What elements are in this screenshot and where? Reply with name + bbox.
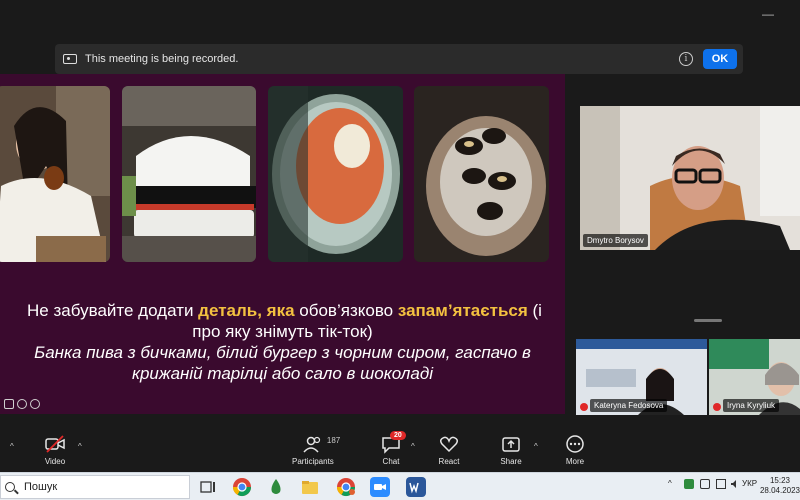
slide-photo-white-burger <box>122 86 256 262</box>
react-button[interactable]: React <box>438 434 460 466</box>
share-options-caret[interactable]: ^ <box>534 442 538 451</box>
video-label: Video <box>44 457 66 466</box>
audio-options-caret[interactable]: ^ <box>10 442 14 451</box>
slide-photo-gazpacho <box>268 86 403 262</box>
recording-banner-text: This meeting is being recorded. <box>85 53 239 65</box>
zoom-meeting-window: — This meeting is being recorded. i OK Н… <box>0 0 800 500</box>
participant-tile-small-2[interactable]: Iryna Kyryliuk <box>709 339 800 415</box>
participant-tile-small-1[interactable]: Kateryna Fedosova <box>576 339 707 415</box>
slide-caption-line-1: Не забувайте додати деталь, яка обов’язк… <box>0 300 565 321</box>
chrome-profile-icon[interactable] <box>336 477 356 497</box>
search-icon <box>5 482 15 492</box>
muted-mic-icon <box>580 403 588 411</box>
volume-icon[interactable] <box>730 479 740 489</box>
slide-photo-chocolate-salo <box>414 86 549 262</box>
windows-taskbar: Пошук ^ УКР 15:23 28.04.2023 <box>0 472 800 500</box>
participants-label: Participants <box>292 457 334 466</box>
muted-mic-icon <box>713 403 721 411</box>
caption-text: Не забувайте додати <box>27 301 199 320</box>
caption-highlight: запам’ятається <box>397 301 528 320</box>
slide-caption: Не забувайте додати деталь, яка обов’язк… <box>0 300 565 384</box>
shared-screen-slide: Не забувайте додати деталь, яка обов’язк… <box>0 74 565 414</box>
video-button[interactable]: Video <box>44 434 66 466</box>
slide-caption-line-3: Банка пива з бичками, білий бургер з чор… <box>34 343 531 362</box>
meeting-toolbar: ^ Video ^ 187 Participants 20 Chat ^ Rea… <box>0 430 800 472</box>
share-label: Share <box>500 457 522 466</box>
participants-icon: 187 <box>302 434 340 454</box>
clock-date: 28.04.2023 <box>759 486 800 495</box>
tray-chevron-icon[interactable]: ^ <box>668 479 672 488</box>
chat-button[interactable]: 20 Chat <box>380 431 406 466</box>
caption-text: (і <box>527 301 542 320</box>
more-options-icon[interactable] <box>17 399 27 409</box>
more-label: More <box>565 457 585 466</box>
participant-tile-main[interactable]: Dmytro Borysov <box>580 106 800 250</box>
participants-count: 187 <box>326 436 341 445</box>
tray-app-icon[interactable] <box>684 479 694 489</box>
more-button[interactable]: More <box>564 434 586 466</box>
word-app-icon[interactable] <box>406 477 426 497</box>
participant-name-small-2: Iryna Kyryliuk <box>723 399 780 412</box>
tray-monitor-icon[interactable] <box>700 479 710 489</box>
paint-drop-icon[interactable] <box>266 477 286 497</box>
caption-text: обов’язково <box>294 301 398 320</box>
participants-button[interactable]: 187 Participants <box>292 434 340 466</box>
video-icon[interactable] <box>4 399 14 409</box>
taskbar-clock[interactable]: 15:23 28.04.2023 <box>758 476 800 496</box>
recording-icon <box>63 54 77 64</box>
chrome-icon[interactable] <box>232 477 252 497</box>
chat-options-caret[interactable]: ^ <box>411 442 415 451</box>
share-screen-icon <box>500 434 522 454</box>
slide-controls <box>4 399 40 409</box>
minimize-icon[interactable]: — <box>762 8 774 20</box>
participant-video-panel: Dmytro Borysov Kateryna Fedosova Iryna K… <box>565 74 800 430</box>
panel-resize-handle[interactable] <box>694 319 722 322</box>
file-explorer-icon[interactable] <box>300 477 320 497</box>
window-top-strip: — <box>0 0 800 40</box>
task-view-icon[interactable] <box>198 477 218 497</box>
caption-highlight: деталь, яка <box>198 301 295 320</box>
language-indicator[interactable]: УКР <box>742 479 757 488</box>
heart-icon <box>438 434 460 454</box>
search-placeholder: Пошук <box>24 481 58 493</box>
info-icon[interactable]: i <box>679 52 693 66</box>
chat-icon: 20 <box>380 431 406 454</box>
clock-time: 15:23 <box>769 476 791 485</box>
slide-photo-woman-with-beer <box>0 86 110 262</box>
ok-button[interactable]: OK <box>703 49 737 69</box>
participant-name-main: Dmytro Borysov <box>583 234 648 247</box>
react-label: React <box>438 457 460 466</box>
recording-banner: This meeting is being recorded. i OK <box>55 44 743 74</box>
wifi-icon[interactable] <box>716 479 726 489</box>
slide-caption-line-4: крижаній тарілці або сало в шоколаді <box>131 364 434 383</box>
video-off-icon <box>44 434 66 454</box>
video-options-caret[interactable]: ^ <box>78 442 82 451</box>
share-button[interactable]: Share <box>500 434 522 466</box>
participant-name-small-1: Kateryna Fedosova <box>590 399 668 412</box>
next-slide-icon[interactable] <box>30 399 40 409</box>
taskbar-search[interactable]: Пошук <box>0 475 190 499</box>
chat-unread-badge: 20 <box>390 431 406 440</box>
more-dots-icon <box>564 434 586 454</box>
zoom-app-icon[interactable] <box>370 477 390 497</box>
slide-caption-line-2: про яку знімуть тік-ток) <box>192 322 373 341</box>
chat-label: Chat <box>382 457 400 466</box>
